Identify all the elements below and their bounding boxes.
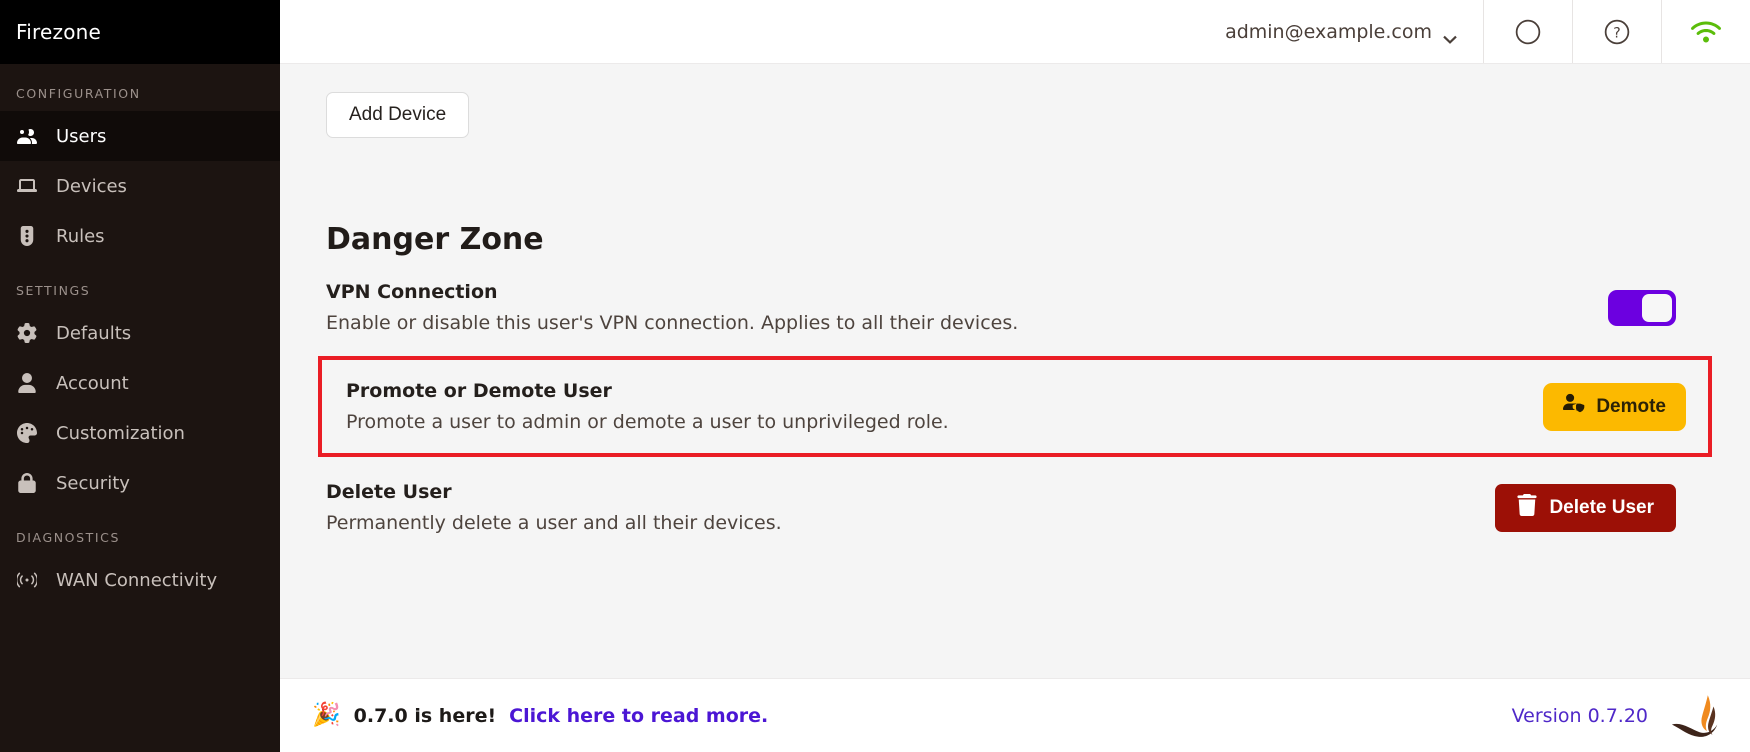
sidebar: Firezone CONFIGURATION Users Devices Rul… (0, 0, 280, 752)
svg-text:?: ? (1613, 25, 1620, 41)
sidebar-item-label: Rules (56, 225, 105, 247)
topbar: admin@example.com ? (280, 0, 1750, 64)
users-icon (16, 125, 38, 147)
delete-user-button[interactable]: Delete User (1495, 483, 1676, 532)
delete-user-button-label: Delete User (1549, 496, 1654, 518)
sidebar-item-label: Users (56, 125, 107, 147)
delete-user-text: Delete User Permanently delete a user an… (326, 481, 782, 534)
footer: 🎉 0.7.0 is here! Click here to read more… (280, 678, 1750, 752)
vpn-connection-text: VPN Connection Enable or disable this us… (326, 281, 1018, 334)
promote-demote-row: Promote or Demote User Promote a user to… (318, 356, 1712, 457)
sidebar-item-security[interactable]: Security (0, 458, 280, 508)
user-email-label: admin@example.com (1225, 20, 1432, 43)
version-link[interactable]: Version 0.7.20 (1512, 705, 1648, 727)
toggle-knob (1642, 293, 1672, 322)
sidebar-section-diagnostics: DIAGNOSTICS (16, 530, 121, 545)
brand-label: Firezone (16, 20, 102, 44)
trash-icon (1517, 493, 1538, 522)
wifi-icon[interactable] (1662, 0, 1750, 63)
person-icon (16, 372, 38, 394)
gear-icon (16, 322, 38, 344)
sidebar-section-settings: SETTINGS (16, 283, 91, 298)
sidebar-item-wan-connectivity[interactable]: WAN Connectivity (0, 555, 280, 605)
sidebar-item-label: Customization (56, 422, 185, 444)
row-title: Delete User (326, 481, 452, 503)
vpn-connection-toggle[interactable] (1608, 289, 1676, 326)
sidebar-item-label: Account (56, 372, 129, 394)
danger-zone-title: Danger Zone (326, 222, 544, 257)
brand-logo[interactable]: Firezone (0, 0, 280, 64)
app-root: Firezone CONFIGURATION Users Devices Rul… (0, 0, 1750, 752)
row-title: Promote or Demote User (346, 380, 612, 402)
demote-button[interactable]: Demote (1543, 382, 1686, 431)
sidebar-item-label: WAN Connectivity (56, 569, 218, 591)
sidebar-item-label: Devices (56, 175, 127, 197)
sidebar-item-devices[interactable]: Devices (0, 161, 280, 211)
row-description: Enable or disable this user's VPN connec… (326, 312, 1019, 334)
sidebar-item-account[interactable]: Account (0, 358, 280, 408)
delete-user-row: Delete User Permanently delete a user an… (326, 457, 1704, 556)
demote-button-label: Demote (1596, 395, 1666, 417)
row-title: VPN Connection (326, 281, 498, 303)
sidebar-item-rules[interactable]: Rules (0, 211, 280, 261)
sidebar-item-users[interactable]: Users (0, 111, 280, 161)
traffic-light-icon (16, 225, 38, 247)
sidebar-item-customization[interactable]: Customization (0, 408, 280, 458)
sidebar-item-defaults[interactable]: Defaults (0, 308, 280, 358)
broadcast-icon (16, 569, 38, 591)
content-inner: Add Device Danger Zone VPN Connection En… (280, 64, 1750, 678)
sidebar-section-configuration: CONFIGURATION (16, 86, 141, 101)
announcement-link[interactable]: Click here to read more. (509, 705, 768, 727)
sidebar-item-label: Security (56, 472, 130, 494)
main-pane: admin@example.com ? Add Device Danger Zo… (280, 0, 1750, 752)
promote-demote-text: Promote or Demote User Promote a user to… (346, 380, 949, 433)
row-description: Permanently delete a user and all their … (326, 512, 782, 534)
row-description: Promote a user to admin or demote a user… (346, 411, 949, 433)
party-popper-icon: 🎉 (312, 702, 341, 728)
vpn-connection-row: VPN Connection Enable or disable this us… (326, 257, 1704, 356)
chevron-down-icon (1443, 27, 1457, 44)
user-shield-icon (1563, 393, 1585, 421)
laptop-icon (16, 175, 38, 197)
firezone-flame-logo (1670, 693, 1722, 739)
user-menu-button[interactable]: admin@example.com (1199, 0, 1483, 63)
lock-icon (16, 472, 38, 494)
help-circle-icon[interactable]: ? (1573, 0, 1661, 63)
footer-version-area: Version 0.7.20 (1512, 693, 1722, 739)
footer-announcement: 🎉 0.7.0 is here! Click here to read more… (312, 704, 768, 727)
circle-icon[interactable] (1484, 0, 1572, 63)
palette-icon (16, 422, 38, 444)
content-area: Add Device Danger Zone VPN Connection En… (280, 64, 1750, 678)
add-device-button[interactable]: Add Device (326, 92, 470, 138)
sidebar-item-label: Defaults (56, 322, 132, 344)
announcement-label: 0.7.0 is here! (353, 704, 497, 727)
